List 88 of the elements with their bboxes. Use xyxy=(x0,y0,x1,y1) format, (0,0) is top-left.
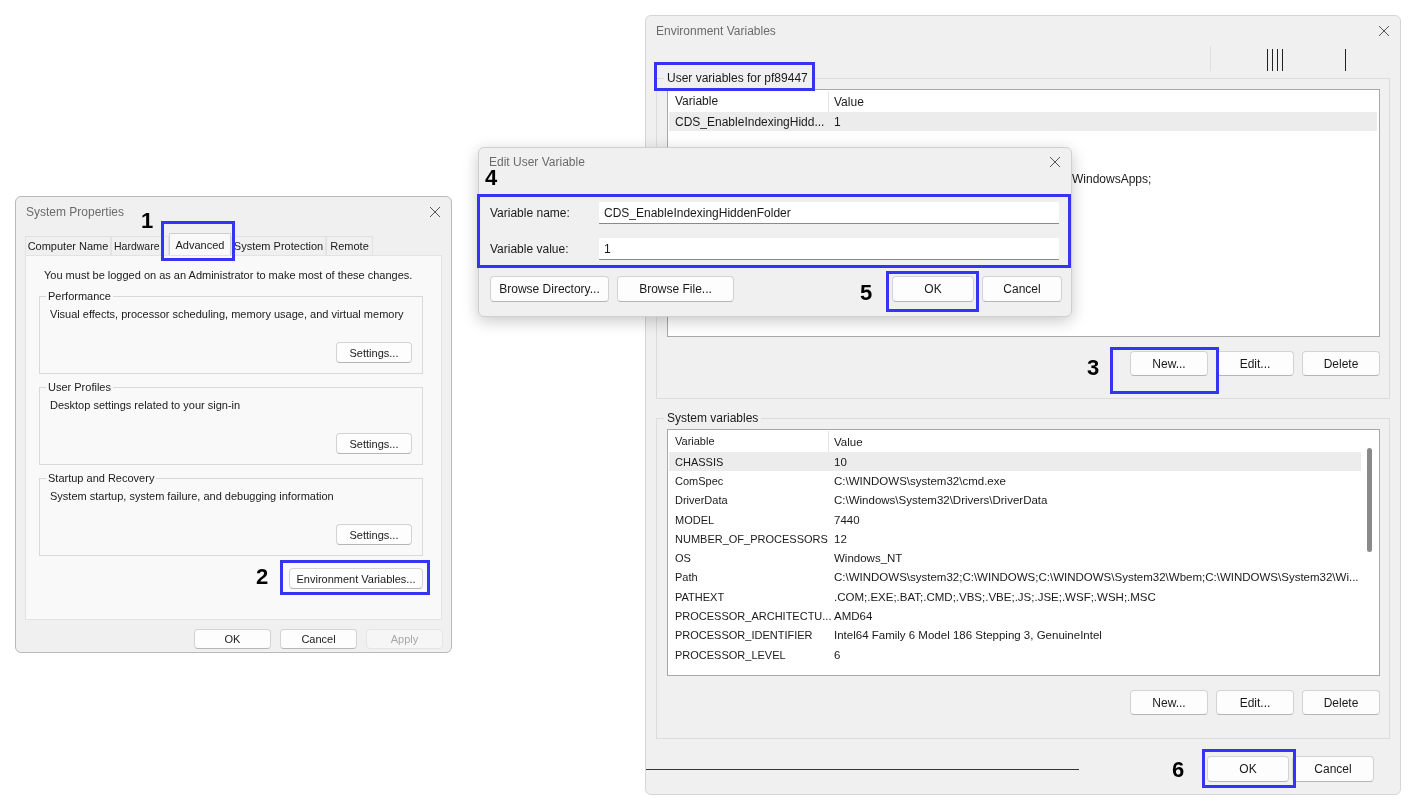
step-number: 4 xyxy=(485,166,498,190)
list-button[interactable]: Delete xyxy=(1302,690,1380,715)
tab[interactable]: Hardware xyxy=(111,236,169,255)
variable-value: 1 xyxy=(833,114,841,129)
settings-button[interactable]: Settings... xyxy=(336,433,412,454)
notice-text: You must be logged on as an Administrator to make most of these changes. xyxy=(44,268,414,282)
variable-name: OS xyxy=(674,552,692,565)
cancel-button[interactable]: Cancel xyxy=(982,276,1062,302)
variable-value: 12 xyxy=(833,532,847,545)
group-title: Startup and Recovery xyxy=(47,472,156,484)
step-number: 6 xyxy=(1172,758,1185,782)
window-title: System Properties xyxy=(26,205,125,219)
group-description: System startup, system failure, and debugging information xyxy=(50,490,335,502)
variable-name: PROCESSOR_LEVEL xyxy=(674,648,787,661)
input-field[interactable]: 1 xyxy=(599,238,1059,260)
list-button[interactable]: New... xyxy=(1130,351,1208,376)
variable-value: WindowsApps; xyxy=(1072,171,1152,186)
step-number: 2 xyxy=(256,565,269,589)
step-number: 1 xyxy=(141,209,154,233)
variable-row[interactable]: Path C:\WINDOWS\system32;C:\WINDOWS;C:\WINDOWS\System32\Wbem;C:\WINDOWS\System32\Wi... xyxy=(669,567,1361,588)
tab[interactable]: Remote xyxy=(326,236,373,255)
variable-name: DriverData xyxy=(674,494,729,507)
variable-name: NUMBER_OF_PROCESSORS xyxy=(674,532,829,545)
group-title: User Profiles xyxy=(47,381,112,393)
variable-row[interactable]: NUMBER_OF_PROCESSORS 12 xyxy=(669,529,1361,549)
variable-row[interactable]: MODEL 7440 xyxy=(669,509,1361,530)
ok-button[interactable]: OK xyxy=(892,276,974,302)
list-button[interactable]: Delete xyxy=(1302,351,1380,376)
tab[interactable]: Advanced xyxy=(169,233,231,255)
variable-value: Intel64 Family 6 Model 186 Stepping 3, GenuineIntel xyxy=(833,629,1102,642)
tab[interactable]: Computer Name xyxy=(25,236,111,255)
variable-value: C:\WINDOWS\system32\cmd.exe xyxy=(833,474,1006,487)
variable-value: .COM;.EXE;.BAT;.CMD;.VBS;.VBE;.JS;.JSE;.WSF;.WSH;.MSC xyxy=(833,590,1156,603)
variable-value: 6 xyxy=(833,648,841,661)
variable-value: C:\WINDOWS\system32;C:\WINDOWS;C:\WINDOWS\System32\Wbem;C:\WINDOWS\System32\Wi... xyxy=(833,571,1359,584)
section-title: User variables for pf89447 xyxy=(666,71,809,85)
variable-row[interactable]: OS Windows_NT xyxy=(669,548,1361,568)
column-header[interactable]: Value xyxy=(829,94,864,109)
variable-value: Windows_NT xyxy=(833,552,903,565)
list-button[interactable]: New... xyxy=(1130,690,1208,715)
browse-file-button[interactable]: Browse File... xyxy=(617,276,734,302)
environment-variables-button[interactable]: Environment Variables... xyxy=(289,568,423,589)
list-button[interactable]: Edit... xyxy=(1216,351,1294,376)
step-number: 3 xyxy=(1087,356,1100,380)
variable-name: Path xyxy=(674,571,699,584)
browse-directory-button[interactable]: Browse Directory... xyxy=(490,276,609,302)
dialog-button[interactable]: Cancel xyxy=(1292,756,1374,782)
dialog-button[interactable]: OK xyxy=(1207,756,1289,782)
variable-value: AMD64 xyxy=(833,610,873,622)
variable-value: 10 xyxy=(833,455,847,468)
variable-name: CDS_EnableIndexingHidd... xyxy=(674,114,826,129)
field-label: Variable name: xyxy=(490,206,571,220)
close-icon[interactable] xyxy=(1049,156,1061,168)
variable-name: PROCESSOR_IDENTIFIER xyxy=(674,629,814,642)
variable-name: CHASSIS xyxy=(674,455,725,468)
variable-row[interactable]: PROCESSOR_ARCHITECTU... AMD64 xyxy=(669,606,1361,626)
dialog-button[interactable]: OK xyxy=(194,629,271,649)
variable-row[interactable]: PROCESSOR_IDENTIFIER Intel64 Family 6 Model 186 Stepping 3, GenuineIntel xyxy=(669,625,1361,645)
group-description: Visual effects, processor scheduling, memory usage, and virtual memory xyxy=(50,308,405,320)
variable-row[interactable]: CHASSIS 10 xyxy=(669,452,1361,472)
list-button[interactable]: Edit... xyxy=(1216,690,1294,715)
variable-row[interactable]: PROCESSOR_LEVEL 6 xyxy=(669,644,1361,665)
group-description: Desktop settings related to your sign-in xyxy=(50,399,242,411)
window-title: Edit User Variable xyxy=(489,155,585,169)
field-label: Variable value: xyxy=(490,242,570,256)
variable-name: PROCESSOR_ARCHITECTU... xyxy=(674,610,829,622)
variable-value: 7440 xyxy=(833,513,860,526)
tab[interactable]: System Protection xyxy=(231,236,326,255)
close-icon[interactable] xyxy=(1378,25,1390,37)
variable-name: ComSpec xyxy=(674,474,725,487)
group-title: Performance xyxy=(47,290,112,302)
section-title: System variables xyxy=(666,411,760,425)
variable-row[interactable]: CDS_EnableIndexingHidd... 1 xyxy=(669,112,1377,132)
scrollbar[interactable] xyxy=(1367,448,1372,552)
step-number: 5 xyxy=(860,281,873,305)
variable-row[interactable]: DriverData C:\Windows\System32\Drivers\DriverData xyxy=(669,490,1361,510)
dialog-button[interactable]: Cancel xyxy=(280,629,357,649)
column-header[interactable]: Value xyxy=(829,435,863,448)
window-title: Environment Variables xyxy=(656,24,776,38)
variable-value: C:\Windows\System32\Drivers\DriverData xyxy=(833,494,1048,507)
variable-name: MODEL xyxy=(674,513,716,526)
variable-name: PATHEXT xyxy=(674,590,726,603)
settings-button[interactable]: Settings... xyxy=(336,342,412,363)
input-field[interactable]: CDS_EnableIndexingHiddenFolder xyxy=(599,202,1059,224)
variable-row[interactable]: PATHEXT .COM;.EXE;.BAT;.CMD;.VBS;.VBE;.JS;.JSE;.WSF;.WSH;.MSC xyxy=(669,587,1361,607)
variable-row[interactable]: ComSpec C:\WINDOWS\system32\cmd.exe xyxy=(669,471,1361,491)
close-icon[interactable] xyxy=(429,206,441,218)
settings-button[interactable]: Settings... xyxy=(336,524,412,545)
